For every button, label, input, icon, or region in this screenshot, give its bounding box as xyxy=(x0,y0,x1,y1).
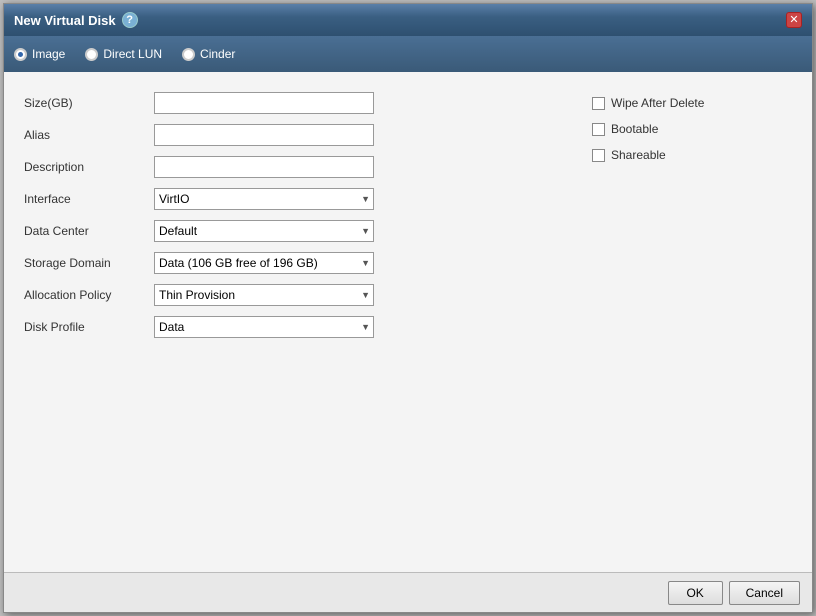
disk-profile-row: Disk Profile Data xyxy=(24,316,572,338)
cancel-button[interactable]: Cancel xyxy=(729,581,800,605)
wipe-after-delete-label: Wipe After Delete xyxy=(611,96,704,110)
data-center-select-wrapper: Default xyxy=(154,220,374,242)
storage-domain-select[interactable]: Data (106 GB free of 196 GB) xyxy=(154,252,374,274)
ok-button[interactable]: OK xyxy=(668,581,723,605)
shareable-label: Shareable xyxy=(611,148,666,162)
interface-row: Interface VirtIO xyxy=(24,188,572,210)
disk-profile-label: Disk Profile xyxy=(24,320,154,334)
storage-domain-row: Storage Domain Data (106 GB free of 196 … xyxy=(24,252,572,274)
tab-direct-lun-label: Direct LUN xyxy=(103,47,162,61)
size-gb-row: Size(GB) xyxy=(24,92,572,114)
bootable-checkbox[interactable] xyxy=(592,123,605,136)
storage-domain-select-wrapper: Data (106 GB free of 196 GB) xyxy=(154,252,374,274)
description-input[interactable] xyxy=(154,156,374,178)
data-center-label: Data Center xyxy=(24,224,154,238)
help-icon[interactable]: ? xyxy=(122,12,138,28)
interface-select[interactable]: VirtIO xyxy=(154,188,374,210)
description-row: Description xyxy=(24,156,572,178)
alias-label: Alias xyxy=(24,128,154,142)
allocation-policy-select-wrapper: Thin Provision xyxy=(154,284,374,306)
description-label: Description xyxy=(24,160,154,174)
bootable-row: Bootable xyxy=(592,122,792,136)
tab-cinder[interactable]: Cinder xyxy=(182,47,235,61)
tabs-bar: Image Direct LUN Cinder xyxy=(4,36,812,72)
title-bar: New Virtual Disk ? ✕ xyxy=(4,4,812,36)
size-gb-input[interactable] xyxy=(154,92,374,114)
new-virtual-disk-dialog: New Virtual Disk ? ✕ Image Direct LUN Ci… xyxy=(3,3,813,613)
alias-input[interactable] xyxy=(154,124,374,146)
title-bar-left: New Virtual Disk ? xyxy=(14,12,138,28)
content-area: Size(GB) Alias Description Interface Vir… xyxy=(4,72,812,572)
tab-image-radio[interactable] xyxy=(14,48,27,61)
allocation-policy-row: Allocation Policy Thin Provision xyxy=(24,284,572,306)
data-center-select[interactable]: Default xyxy=(154,220,374,242)
wipe-after-delete-row: Wipe After Delete xyxy=(592,96,792,110)
shareable-row: Shareable xyxy=(592,148,792,162)
tab-direct-lun[interactable]: Direct LUN xyxy=(85,47,162,61)
tab-cinder-label: Cinder xyxy=(200,47,235,61)
allocation-policy-select[interactable]: Thin Provision xyxy=(154,284,374,306)
form-section: Size(GB) Alias Description Interface Vir… xyxy=(24,92,572,552)
interface-label: Interface xyxy=(24,192,154,206)
size-gb-label: Size(GB) xyxy=(24,96,154,110)
allocation-policy-label: Allocation Policy xyxy=(24,288,154,302)
checkbox-section: Wipe After Delete Bootable Shareable xyxy=(592,92,792,552)
tab-cinder-radio[interactable] xyxy=(182,48,195,61)
storage-domain-label: Storage Domain xyxy=(24,256,154,270)
dialog-title: New Virtual Disk xyxy=(14,13,116,28)
disk-profile-select-wrapper: Data xyxy=(154,316,374,338)
tab-image[interactable]: Image xyxy=(14,47,65,61)
data-center-row: Data Center Default xyxy=(24,220,572,242)
bootable-label: Bootable xyxy=(611,122,658,136)
shareable-checkbox[interactable] xyxy=(592,149,605,162)
interface-select-wrapper: VirtIO xyxy=(154,188,374,210)
wipe-after-delete-checkbox[interactable] xyxy=(592,97,605,110)
alias-row: Alias xyxy=(24,124,572,146)
footer: OK Cancel xyxy=(4,572,812,612)
disk-profile-select[interactable]: Data xyxy=(154,316,374,338)
close-button[interactable]: ✕ xyxy=(786,12,802,28)
tab-image-label: Image xyxy=(32,47,65,61)
tab-direct-lun-radio[interactable] xyxy=(85,48,98,61)
